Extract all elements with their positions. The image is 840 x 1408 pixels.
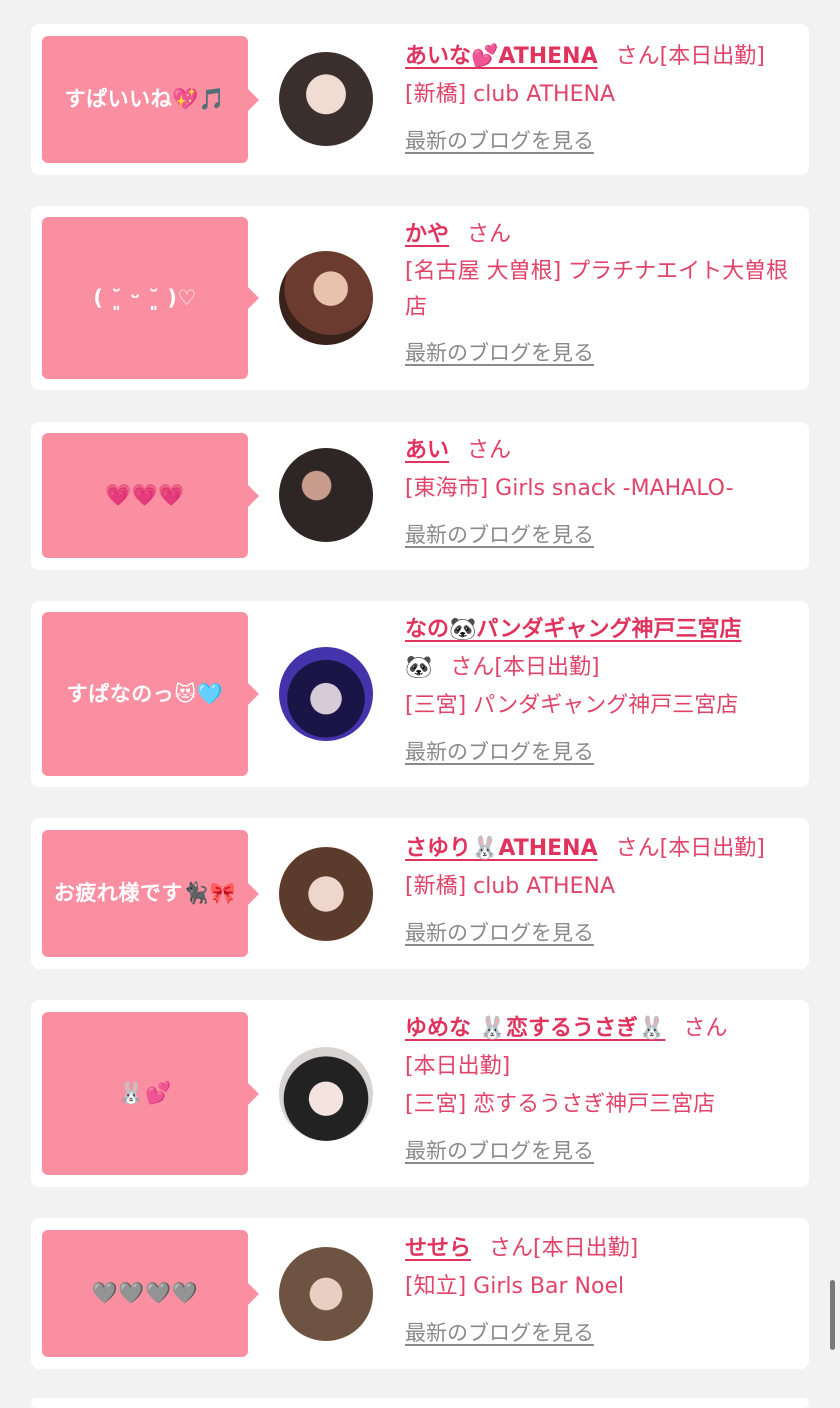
avatar[interactable] xyxy=(279,847,373,941)
message-text: 🐰💕 xyxy=(118,1081,172,1106)
avatar[interactable] xyxy=(279,251,373,345)
latest-blog-link[interactable]: 最新のブログを見る xyxy=(405,122,594,160)
message-bubble: すぱなのっ😻🩵 xyxy=(42,612,259,776)
blog-card: 🐰💕 ゆめな 🐰恋するうさぎ🐰 さん [本日出勤] [三宮] 恋するうさぎ神戸三宮… xyxy=(31,1000,809,1187)
blog-card: すぱなのっ😻🩵 なの🐼パンダギャング神戸三宮店 🐼 さん[本日出勤] [三宮] パ… xyxy=(31,601,809,787)
status-label: [本日出勤] xyxy=(405,1054,511,1079)
san-label: さん xyxy=(615,836,660,861)
san-label: さん xyxy=(467,222,512,247)
san-label: さん xyxy=(683,1016,728,1041)
latest-blog-link[interactable]: 最新のブログを見る xyxy=(405,914,594,952)
message-text: すぱなのっ😻🩵 xyxy=(66,681,224,706)
blog-card-partial xyxy=(31,1398,809,1408)
girl-name-link[interactable]: ゆめな 🐰恋するうさぎ🐰 xyxy=(405,1016,665,1041)
avatar[interactable] xyxy=(279,1047,373,1141)
latest-blog-link[interactable]: 最新のブログを見る xyxy=(405,733,594,771)
shop-name: [東海市] Girls snack -MAHALO- xyxy=(405,476,734,501)
message-text: 🩶🩶🩶🩶 xyxy=(91,1281,199,1306)
latest-blog-link[interactable]: 最新のブログを見る xyxy=(405,516,594,554)
shop-name: [三宮] パンダギャング神戸三宮店 xyxy=(405,693,739,718)
shop-name: [新橋] club ATHENA xyxy=(405,874,615,899)
message-text: ( ˘͈ ᵕ ˘͈ )♡ xyxy=(93,285,197,310)
blog-card: すぱいいね💖🎵 あいな💕ATHENA さん[本日出勤] [新橋] club ATH… xyxy=(31,24,809,175)
message-text: お疲れ様です🐈‍⬛🎀 xyxy=(53,881,237,906)
message-bubble: お疲れ様です🐈‍⬛🎀 xyxy=(42,830,259,957)
latest-blog-link[interactable]: 最新のブログを見る xyxy=(405,1314,594,1352)
blog-card: 💗💗💗 あい さん [東海市] Girls snack -MAHALO- 最新のブ… xyxy=(31,422,809,570)
shop-name: [知立] Girls Bar Noel xyxy=(405,1274,625,1299)
latest-blog-link[interactable]: 最新のブログを見る xyxy=(405,334,594,372)
girl-name-link[interactable]: さゆり🐰ATHENA xyxy=(405,836,598,861)
san-label: さん xyxy=(615,44,660,69)
avatar[interactable] xyxy=(279,52,373,146)
avatar[interactable] xyxy=(279,647,373,741)
latest-blog-link[interactable]: 最新のブログを見る xyxy=(405,1132,594,1170)
girl-name-link[interactable]: せせら xyxy=(405,1236,471,1261)
status-label: [本日出勤] xyxy=(659,44,765,69)
message-bubble: ( ˘͈ ᵕ ˘͈ )♡ xyxy=(42,217,259,379)
shop-name: [三宮] 恋するうさぎ神戸三宮店 xyxy=(405,1092,716,1117)
shop-name: [新橋] club ATHENA xyxy=(405,82,615,107)
message-bubble: 🐰💕 xyxy=(42,1012,259,1175)
message-bubble: 💗💗💗 xyxy=(42,433,259,558)
san-label: さん xyxy=(489,1236,534,1261)
message-text: すぱいいね💖🎵 xyxy=(64,87,226,112)
status-label: [本日出勤] xyxy=(494,655,600,680)
blog-card: ( ˘͈ ᵕ ˘͈ )♡ かや さん [名古屋 大曽根] プラチナエイト大曽根店 … xyxy=(31,206,809,390)
san-label: さん xyxy=(467,438,512,463)
avatar[interactable] xyxy=(279,1247,373,1341)
message-bubble: 🩶🩶🩶🩶 xyxy=(42,1230,259,1357)
message-bubble: すぱいいね💖🎵 xyxy=(42,36,259,163)
blog-card: 🩶🩶🩶🩶 せせら さん[本日出勤] [知立] Girls Bar Noel 最新の… xyxy=(31,1218,809,1369)
girl-name-link[interactable]: あい xyxy=(405,438,449,463)
avatar[interactable] xyxy=(279,448,373,542)
message-text: 💗💗💗 xyxy=(105,483,185,508)
girl-name-link[interactable]: かや xyxy=(405,222,449,247)
shop-name: [名古屋 大曽根] プラチナエイト大曽根店 xyxy=(405,259,789,320)
status-label: [本日出勤] xyxy=(659,836,765,861)
scrollbar[interactable] xyxy=(830,1280,835,1350)
san-label: さん xyxy=(450,655,495,680)
girl-name-link[interactable]: なの🐼パンダギャング神戸三宮店 xyxy=(405,617,742,642)
blog-card: お疲れ様です🐈‍⬛🎀 さゆり🐰ATHENA さん[本日出勤] [新橋] club … xyxy=(31,818,809,969)
status-label: [本日出勤] xyxy=(533,1236,639,1261)
name-continuation: 🐼 xyxy=(405,655,433,680)
girl-name-link[interactable]: あいな💕ATHENA xyxy=(405,44,598,69)
